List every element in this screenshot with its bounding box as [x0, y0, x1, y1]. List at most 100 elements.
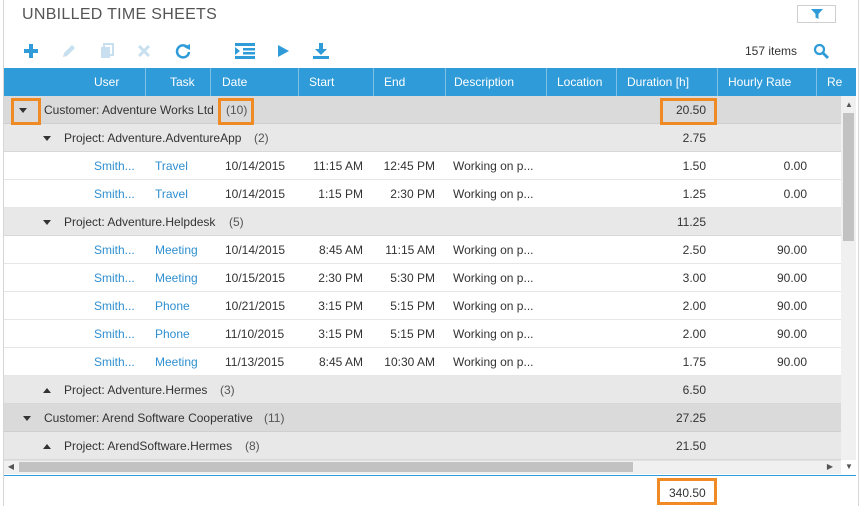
- cell-task[interactable]: Meeting: [155, 348, 198, 376]
- group-count: (3): [220, 383, 235, 397]
- cell-start: 3:15 PM: [318, 327, 363, 341]
- column-header-start[interactable]: Start: [299, 68, 374, 96]
- footer-divider: [4, 475, 856, 476]
- cell-duration: 2.00: [682, 299, 706, 313]
- group-duration: 2.75: [682, 131, 706, 145]
- scroll-left-icon[interactable]: ◀: [5, 462, 17, 471]
- cell-task[interactable]: Meeting: [155, 236, 198, 264]
- cell-description: Working on p...: [453, 327, 534, 341]
- filter-button[interactable]: [797, 5, 836, 23]
- group-count: (8): [245, 439, 260, 453]
- group-label: Customer: Arend Software Cooperative: [44, 411, 253, 425]
- cell-description: Working on p...: [453, 299, 534, 313]
- column-header-user[interactable]: User: [4, 68, 146, 96]
- cell-end: 5:15 PM: [390, 327, 435, 341]
- column-header-description[interactable]: Description: [446, 68, 547, 96]
- caret-up-icon: [43, 387, 51, 393]
- expand-toggle[interactable]: [42, 376, 52, 404]
- page-title: UNBILLED TIME SHEETS: [22, 6, 218, 23]
- column-header-revenue[interactable]: Re: [817, 68, 856, 96]
- cell-task[interactable]: Travel: [155, 152, 188, 180]
- search-icon: [813, 43, 829, 59]
- cell-start: 2:30 PM: [318, 271, 363, 285]
- cell-task[interactable]: Phone: [155, 320, 190, 348]
- cell-end: 11:15 AM: [385, 243, 435, 257]
- cell-date: 10/14/2015: [225, 243, 286, 257]
- footer-total-duration: 340.50: [669, 486, 706, 500]
- cell-user[interactable]: Smith...: [94, 180, 135, 208]
- cell-task[interactable]: Meeting: [155, 264, 198, 292]
- scroll-right-icon[interactable]: ▶: [824, 462, 836, 471]
- column-header-location[interactable]: Location: [547, 68, 617, 96]
- column-header-duration[interactable]: Duration [h]: [617, 68, 718, 96]
- group-label: Customer: Adventure Works Ltd: [44, 103, 214, 117]
- cell-user[interactable]: Smith...: [94, 264, 135, 292]
- play-button[interactable]: [271, 39, 295, 63]
- table-row[interactable]: Smith... Phone 11/10/2015 3:15 PM 5:15 P…: [4, 320, 841, 348]
- cell-duration: 1.25: [682, 187, 706, 201]
- group-duration: 6.50: [682, 383, 706, 397]
- cell-task[interactable]: Phone: [155, 292, 190, 320]
- group-label: Project: Adventure.Hermes: [64, 383, 208, 397]
- column-header-end[interactable]: End: [374, 68, 446, 96]
- scroll-up-icon[interactable]: ▲: [843, 100, 855, 109]
- collapse-toggle[interactable]: [18, 96, 28, 124]
- cell-user[interactable]: Smith...: [94, 236, 135, 264]
- cell-user[interactable]: Smith...: [94, 348, 135, 376]
- column-header-date[interactable]: Date: [211, 68, 299, 96]
- table-row[interactable]: Smith... Travel 10/14/2015 11:15 AM 12:4…: [4, 152, 841, 180]
- expand-toggle[interactable]: [42, 432, 52, 460]
- group-row-project[interactable]: Project: Adventure.AdventureApp (2) 2.75: [4, 124, 841, 152]
- search-button[interactable]: [810, 41, 832, 61]
- cell-start: 8:45 AM: [318, 355, 363, 369]
- cell-date: 11/10/2015: [225, 327, 285, 341]
- vertical-scroll-thumb[interactable]: [843, 113, 854, 241]
- cell-user[interactable]: Smith...: [94, 320, 135, 348]
- delete-button[interactable]: [132, 39, 156, 63]
- table-row[interactable]: Smith... Phone 10/21/2015 3:15 PM 5:15 P…: [4, 292, 841, 320]
- column-header-task[interactable]: Task: [146, 68, 211, 96]
- copy-button[interactable]: [95, 39, 119, 63]
- caret-up-icon: [43, 443, 51, 449]
- collapse-toggle[interactable]: [22, 404, 32, 432]
- cell-end: 2:30 PM: [390, 187, 435, 201]
- caret-down-icon: [23, 415, 31, 421]
- cell-hourly-rate: 90.00: [776, 299, 807, 313]
- cell-hourly-rate: 90.00: [776, 271, 807, 285]
- group-row-customer[interactable]: Customer: Adventure Works Ltd (10) 20.50: [4, 96, 841, 124]
- toolbar: [0, 36, 861, 66]
- cell-task[interactable]: Travel: [155, 180, 188, 208]
- table-row[interactable]: Smith... Meeting 11/13/2015 8:45 AM 10:3…: [4, 348, 841, 376]
- copy-icon: [101, 43, 114, 58]
- cell-user[interactable]: Smith...: [94, 152, 135, 180]
- group-count: (2): [254, 131, 269, 145]
- table-row[interactable]: Smith... Meeting 10/15/2015 2:30 PM 5:30…: [4, 264, 841, 292]
- export-button[interactable]: [309, 39, 333, 63]
- cell-hourly-rate: 0.00: [783, 187, 807, 201]
- play-icon: [278, 45, 289, 57]
- refresh-button[interactable]: [171, 39, 195, 63]
- group-duration: 11.25: [676, 215, 706, 229]
- horizontal-scroll-thumb[interactable]: [19, 462, 633, 472]
- cell-user[interactable]: Smith...: [94, 292, 135, 320]
- cell-hourly-rate: 90.00: [776, 355, 807, 369]
- group-row-project[interactable]: Project: Adventure.Helpdesk (5) 11.25: [4, 208, 841, 236]
- add-button[interactable]: [19, 39, 43, 63]
- group-row-customer[interactable]: Customer: Arend Software Cooperative (11…: [4, 404, 841, 432]
- collapse-toggle[interactable]: [42, 124, 52, 152]
- edit-button[interactable]: [57, 39, 81, 63]
- group-row-project[interactable]: Project: Adventure.Hermes (3) 6.50: [4, 376, 841, 404]
- items-count: 157 items: [745, 44, 798, 58]
- scroll-down-icon[interactable]: ▼: [843, 462, 855, 471]
- cell-date: 11/13/2015: [225, 355, 285, 369]
- table-row[interactable]: Smith... Meeting 10/14/2015 8:45 AM 11:1…: [4, 236, 841, 264]
- cell-end: 10:30 AM: [384, 355, 435, 369]
- group-row-project[interactable]: Project: ArendSoftware.Hermes (8) 21.50: [4, 432, 841, 460]
- table-row[interactable]: Smith... Travel 10/14/2015 1:15 PM 2:30 …: [4, 180, 841, 208]
- indent-button[interactable]: [233, 39, 257, 63]
- column-header-hourly-rate[interactable]: Hourly Rate: [718, 68, 817, 96]
- pencil-icon: [63, 45, 75, 57]
- cell-duration: 1.75: [682, 355, 706, 369]
- collapse-toggle[interactable]: [42, 208, 52, 236]
- cell-date: 10/14/2015: [225, 159, 286, 173]
